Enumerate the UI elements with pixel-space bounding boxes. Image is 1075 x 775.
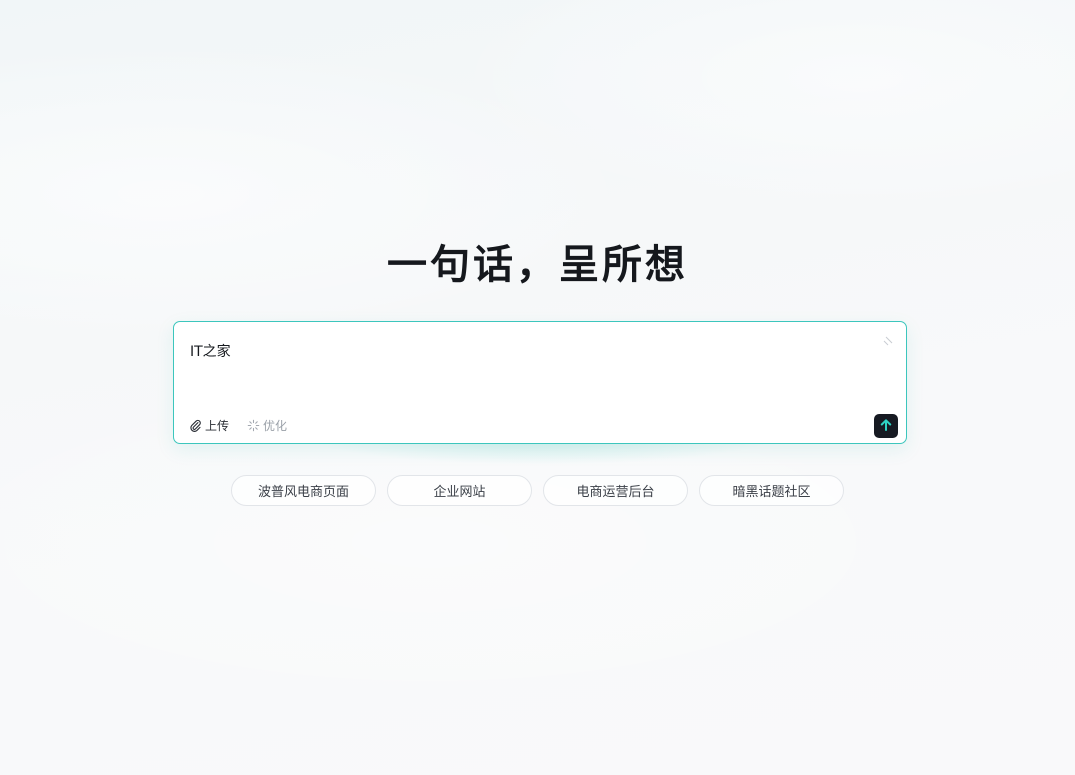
page-title: 一句话，呈所想 — [387, 242, 688, 288]
sparkle-icon — [247, 419, 260, 432]
suggestion-chip[interactable]: 企业网站 — [387, 475, 532, 506]
suggestion-chip[interactable]: 波普风电商页面 — [231, 475, 376, 506]
suggestion-chip[interactable]: 电商运营后台 — [543, 475, 688, 506]
prompt-input[interactable] — [190, 340, 850, 362]
resize-handle-icon[interactable] — [882, 332, 894, 346]
upload-button[interactable]: 上传 — [189, 417, 229, 434]
suggestion-chips: 波普风电商页面 企业网站 电商运营后台 暗黑话题社区 — [231, 475, 844, 506]
optimize-label: 优化 — [263, 419, 288, 433]
prompt-composer: 上传 优化 — [173, 321, 907, 444]
send-button[interactable] — [874, 414, 898, 438]
upload-label: 上传 — [205, 419, 230, 433]
paperclip-icon — [189, 419, 202, 432]
suggestion-chip[interactable]: 暗黑话题社区 — [699, 475, 844, 506]
arrow-up-icon — [879, 417, 893, 436]
optimize-button[interactable]: 优化 — [247, 417, 287, 434]
